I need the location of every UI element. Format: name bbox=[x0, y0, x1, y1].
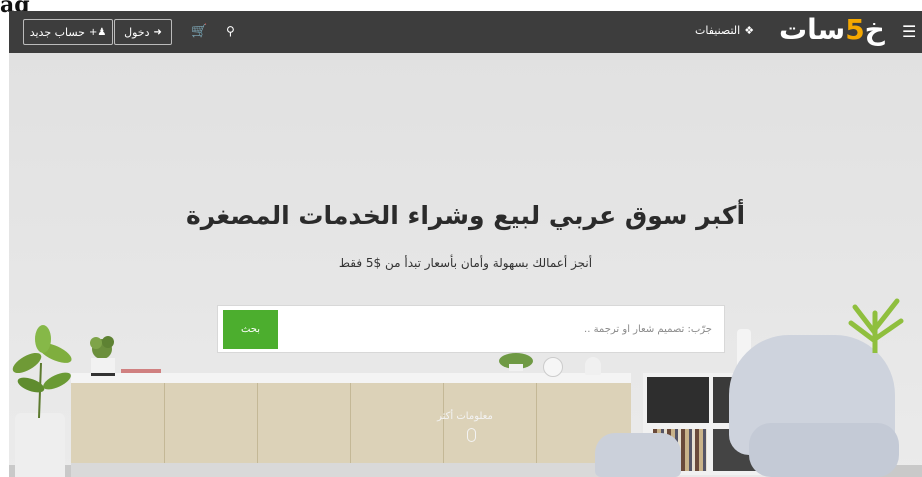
categories-label: التصنيفات bbox=[695, 24, 741, 37]
plant-pot-decor bbox=[15, 413, 65, 477]
hero-subheadline: أنجز أعمالك بسهولة وأمان بأسعار تبدأ من … bbox=[338, 256, 593, 270]
cabinet-decor bbox=[71, 383, 631, 463]
hero-headline: أكبر سوق عربي لبيع وشراء الخدمات المصغرة bbox=[185, 201, 746, 230]
more-info-link[interactable]: معلومات أكثر bbox=[429, 411, 501, 422]
register-label: حساب جديد bbox=[29, 25, 85, 39]
logo-text-pre: خ bbox=[864, 13, 885, 46]
login-button[interactable]: ➜ دخول bbox=[114, 19, 172, 45]
page: ag ♟+ حساب جديد ➜ دخول 🛒 ⚲ ❖ التصنيفات خ… bbox=[0, 0, 922, 477]
top-navbar: ♟+ حساب جديد ➜ دخول 🛒 ⚲ ❖ التصنيفات خ5سا… bbox=[9, 11, 922, 53]
site-logo[interactable]: خ5سات bbox=[779, 13, 885, 46]
shelf-plant-decor bbox=[499, 353, 533, 371]
small-plant-decor bbox=[90, 336, 114, 359]
logo-text-post: سات bbox=[779, 13, 846, 46]
plant-right-decor bbox=[848, 298, 904, 353]
login-label: دخول bbox=[124, 25, 150, 39]
small-pot-decor bbox=[91, 358, 115, 376]
book-decor bbox=[121, 369, 161, 373]
hamburger-menu-icon[interactable]: ☰ bbox=[902, 22, 916, 41]
hero-search-box: بحث bbox=[217, 305, 725, 353]
sign-in-icon: ➜ bbox=[153, 26, 162, 38]
armchair-seat-decor bbox=[749, 423, 899, 477]
categories-icon: ❖ bbox=[744, 24, 755, 37]
shopping-cart-icon[interactable]: 🛒 bbox=[191, 24, 207, 39]
categories-link[interactable]: ❖ التصنيفات bbox=[695, 24, 754, 37]
ottoman-decor bbox=[595, 433, 681, 477]
vase-decor bbox=[585, 357, 601, 375]
hero-section: أكبر سوق عربي لبيع وشراء الخدمات المصغرة… bbox=[9, 53, 922, 477]
search-icon[interactable]: ⚲ bbox=[226, 24, 235, 38]
mouse-scroll-icon[interactable] bbox=[467, 428, 476, 442]
logo-digit: 5 bbox=[845, 13, 865, 46]
register-button[interactable]: ♟+ حساب جديد bbox=[23, 19, 113, 45]
user-plus-icon: ♟+ bbox=[88, 26, 107, 38]
search-input[interactable] bbox=[274, 306, 724, 352]
clock-decor bbox=[543, 357, 563, 377]
search-button[interactable]: بحث bbox=[223, 310, 278, 349]
plant-left-decor bbox=[12, 325, 72, 418]
cabinet-shadow-decor bbox=[71, 463, 631, 477]
